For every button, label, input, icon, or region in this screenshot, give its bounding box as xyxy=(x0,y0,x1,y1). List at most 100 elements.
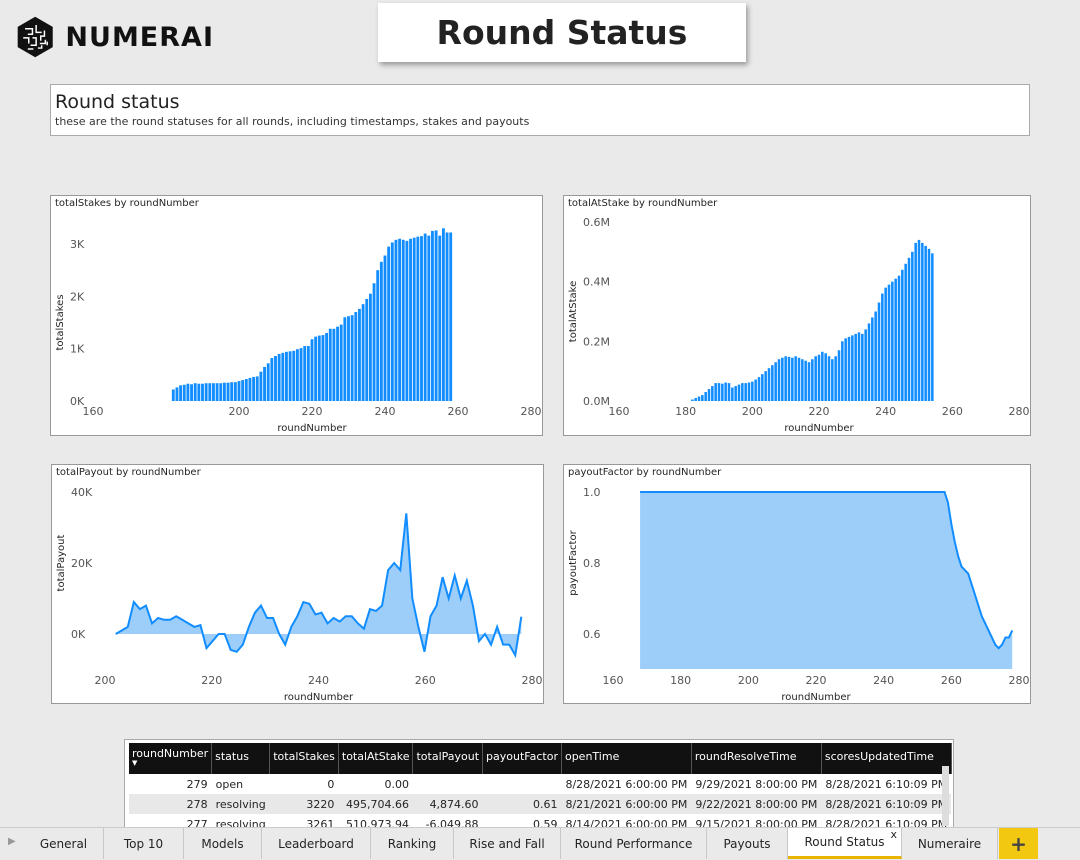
bar[interactable] xyxy=(449,232,453,401)
bar[interactable] xyxy=(255,376,259,401)
bar[interactable] xyxy=(306,346,310,401)
bar[interactable] xyxy=(427,235,431,401)
tab-top-10[interactable]: Top 10 xyxy=(104,828,184,859)
bar[interactable] xyxy=(837,350,841,401)
bar[interactable] xyxy=(201,383,204,401)
table-row[interactable]: 278 resolving 3220 495,704.66 4,874.60 0.61 8/… xyxy=(129,794,952,814)
bar[interactable] xyxy=(814,356,817,401)
bar[interactable] xyxy=(777,359,781,401)
bar[interactable] xyxy=(841,341,844,401)
bar[interactable] xyxy=(884,287,887,401)
bar[interactable] xyxy=(741,383,744,401)
bar[interactable] xyxy=(237,381,241,401)
bar[interactable] xyxy=(844,338,847,401)
bar[interactable] xyxy=(303,346,307,401)
bar[interactable] xyxy=(230,382,234,401)
bar[interactable] xyxy=(387,246,391,401)
bar[interactable] xyxy=(781,357,784,401)
bar[interactable] xyxy=(398,238,402,401)
bar[interactable] xyxy=(811,359,814,401)
bar[interactable] xyxy=(897,275,901,401)
bar[interactable] xyxy=(861,333,864,401)
bar[interactable] xyxy=(215,383,219,401)
bar[interactable] xyxy=(824,353,827,401)
bar[interactable] xyxy=(724,382,727,401)
bar[interactable] xyxy=(285,351,288,401)
bar[interactable] xyxy=(412,237,416,401)
bar[interactable] xyxy=(731,387,734,401)
total-payout-chart[interactable]: totalPayout by roundNumber 0K 20K 40K 200 22… xyxy=(51,464,544,704)
bar[interactable] xyxy=(794,356,797,401)
column-header[interactable]: scoresUpdatedTime xyxy=(821,743,952,774)
bar[interactable] xyxy=(711,386,714,401)
bar[interactable] xyxy=(717,383,721,401)
bar[interactable] xyxy=(336,326,339,401)
bar[interactable] xyxy=(887,284,891,401)
bar[interactable] xyxy=(804,360,807,401)
bar[interactable] xyxy=(182,384,186,401)
bar[interactable] xyxy=(707,389,711,401)
add-page-button[interactable]: + xyxy=(999,828,1038,859)
bar[interactable] xyxy=(721,383,724,401)
table-scrollbar[interactable] xyxy=(942,766,949,826)
bar[interactable] xyxy=(761,374,764,401)
column-header[interactable]: roundNumber ▼ xyxy=(129,743,213,774)
bar[interactable] xyxy=(281,352,285,401)
bar[interactable] xyxy=(697,396,701,401)
bar[interactable] xyxy=(321,335,325,401)
bar[interactable] xyxy=(904,263,907,401)
bar[interactable] xyxy=(343,317,347,401)
bar[interactable] xyxy=(864,329,867,401)
bar[interactable] xyxy=(891,281,894,401)
payout-factor-chart[interactable]: payoutFactor by roundNumber 0.6 0.8 1.0 160… xyxy=(563,464,1031,704)
bar[interactable] xyxy=(438,235,442,401)
bar[interactable] xyxy=(727,383,731,401)
bar[interactable] xyxy=(368,293,372,401)
bar[interactable] xyxy=(208,383,212,401)
total-stakes-chart[interactable]: totalStakes by roundNumber 0K 1K 2K 3K 160 20… xyxy=(50,195,543,436)
bar[interactable] xyxy=(817,354,821,401)
bar[interactable] xyxy=(222,382,226,401)
bar[interactable] xyxy=(219,383,223,401)
tab-ranking[interactable]: Ranking xyxy=(371,828,454,859)
bar[interactable] xyxy=(917,239,921,401)
bar[interactable] xyxy=(901,269,904,401)
bar[interactable] xyxy=(881,293,884,401)
bar[interactable] xyxy=(854,333,857,401)
bar[interactable] xyxy=(851,335,854,401)
bar[interactable] xyxy=(233,382,237,401)
bar[interactable] xyxy=(924,245,927,401)
bar[interactable] xyxy=(877,302,881,401)
bar[interactable] xyxy=(383,255,387,401)
bar[interactable] xyxy=(401,239,405,401)
bar[interactable] xyxy=(259,371,263,401)
column-header[interactable]: payoutFactor xyxy=(482,743,562,774)
bar[interactable] xyxy=(252,376,256,401)
bar[interactable] xyxy=(871,317,874,401)
bar[interactable] xyxy=(894,278,897,401)
bar[interactable] xyxy=(379,261,383,401)
bar[interactable] xyxy=(190,384,193,401)
tab-general[interactable]: General xyxy=(24,828,104,859)
bar[interactable] xyxy=(801,359,804,401)
bar[interactable] xyxy=(328,328,332,401)
column-header[interactable]: status xyxy=(211,743,271,774)
bar[interactable] xyxy=(694,398,697,401)
tab-round-performance[interactable]: Round Performance xyxy=(561,828,707,859)
bar[interactable] xyxy=(857,332,861,401)
bar[interactable] xyxy=(179,385,183,401)
bar[interactable] xyxy=(376,270,380,401)
bar[interactable] xyxy=(797,357,801,401)
tab-payouts[interactable]: Payouts xyxy=(707,828,788,859)
bar[interactable] xyxy=(787,356,791,401)
bar[interactable] xyxy=(193,383,197,401)
bar[interactable] xyxy=(372,283,376,401)
bar[interactable] xyxy=(914,242,917,401)
bar[interactable] xyxy=(744,383,747,401)
bar[interactable] xyxy=(226,382,230,401)
bar[interactable] xyxy=(266,363,270,401)
column-header[interactable]: roundResolveTime xyxy=(691,743,822,774)
bar[interactable] xyxy=(274,355,277,401)
bar[interactable] xyxy=(757,377,761,401)
bar[interactable] xyxy=(175,387,179,401)
